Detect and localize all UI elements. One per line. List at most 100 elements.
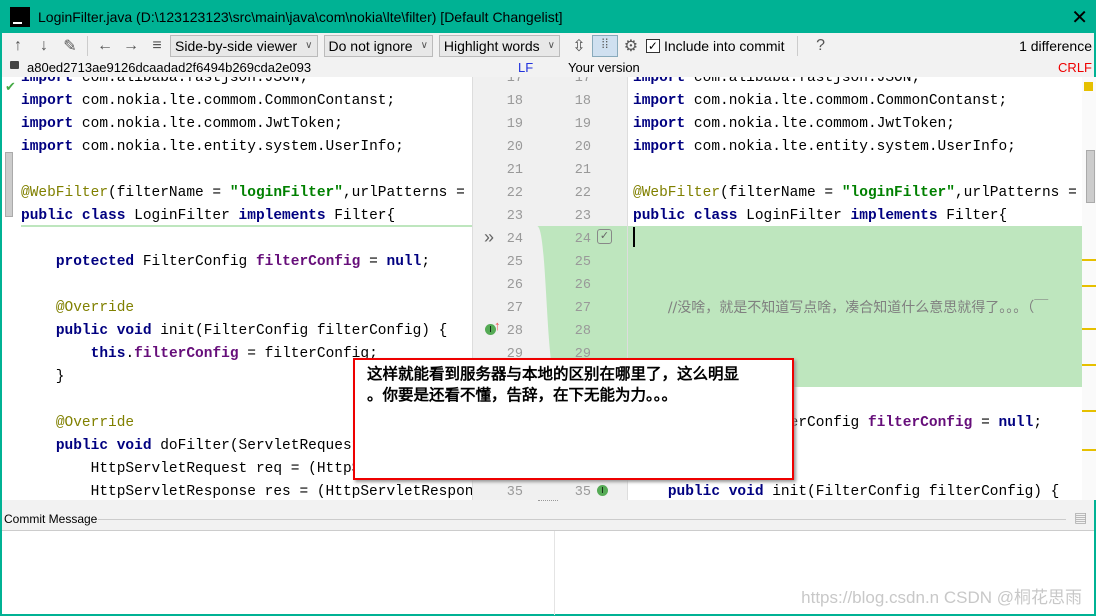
collapse-unchanged-icon[interactable]: ⇳ [566,36,592,56]
divider [796,35,798,56]
code-line: import com.nokia.lte.commom.JwtToken; [21,113,343,136]
change-marker [1082,328,1096,330]
include-into-commit-checkbox[interactable]: ✓ Include into commit [645,37,785,54]
info-bar: a80ed2713ae9126dcaadad2f6494b269cda2e093… [2,58,1096,77]
code-token: filterConfig [134,346,239,362]
code-token: ; [421,254,431,270]
highlight-dropdown[interactable]: Highlight words ∨ [438,34,560,57]
line-number: 35 [574,485,591,500]
include-label: Include into commit [663,37,785,54]
highlight-label: Highlight words [443,37,540,54]
left-line-separator[interactable]: LF [518,60,533,75]
code-token: HttpServletResponse res = (HttpServletRe… [21,484,472,500]
previous-difference-icon[interactable]: ↑ [5,37,31,55]
include-change-checkbox-icon[interactable]: ✓ [597,229,612,244]
viewer-dropdown[interactable]: Side-by-side viewer ∨ [170,34,318,57]
divider [554,531,555,615]
code-line: public void init(FilterConfig filterConf… [21,320,448,343]
left-scrollbar-thumb[interactable] [5,152,13,217]
code-line: import com.alibaba.fastjson.JSON; [21,77,308,90]
code-token: protected [55,254,135,270]
right-scrollbar-thumb[interactable] [1086,150,1095,203]
change-marker [1082,449,1096,451]
code-token: import [21,93,74,109]
settings-gear-icon[interactable]: ⚙ [618,36,644,56]
code-token: filterConfig [867,415,973,431]
code-token: "loginFilter" [229,185,343,201]
line-number: 17 [506,77,523,86]
commit-message-input[interactable]: https://blog.csdn.n CSDN @桐花思雨 [2,530,1094,615]
override-arrow-icon: ↑ [494,318,501,333]
code-token: init(FilterConfig filterConfig) { [763,484,1060,500]
implements-icon[interactable]: I [597,485,608,496]
chevron-down-icon: ∨ [547,40,555,51]
line-number: 24 [506,232,523,247]
code-token: } [21,369,65,385]
code-token: @Override [55,415,135,431]
right-scrollbar[interactable] [1082,77,1096,500]
code-line: this.filterConfig = filterConfig; [21,343,378,366]
line-number: 19 [506,117,523,132]
splitter-handle[interactable] [538,500,558,506]
line-number: 23 [574,209,591,224]
toolbar: ↑ ↓ ✎ ← → ≡ Side-by-side viewer ∨ Do not … [2,33,1096,58]
help-icon[interactable]: ? [808,37,834,55]
commit-history-icon[interactable]: ▤ [1074,509,1087,526]
code-line: @WebFilter(filterName = "loginFilter",ur… [21,182,472,205]
back-icon[interactable]: ← [92,37,118,55]
line-number: 17 [574,77,591,86]
right-line-separator[interactable]: CRLF [1058,60,1092,75]
code-token: = [972,415,999,431]
watermark: https://blog.csdn.n CSDN @桐花思雨 [801,588,1082,607]
right-title: Your version [568,60,640,75]
code-token: (filterName = [108,185,230,201]
line-number: 23 [506,209,523,224]
title-bar: LoginFilter.java (D:\123123123\src\main\… [2,0,1096,33]
code-line: import com.nokia.lte.commom.CommonContan… [633,90,1007,113]
line-number: 27 [574,301,591,316]
code-token: @WebFilter [633,185,721,201]
code-token: Filter{ [325,208,396,224]
text-cursor [633,227,635,247]
intellij-logo [10,6,30,27]
line-number: 20 [574,140,591,155]
menu-icon[interactable]: ≡ [144,37,170,55]
sync-scroll-icon[interactable]: ⁞⁞ [591,34,618,57]
next-difference-icon[interactable]: ↓ [31,37,57,55]
ignore-dropdown[interactable]: Do not ignore ∨ [323,34,433,57]
viewer-label: Side-by-side viewer [175,37,298,54]
line-number: 21 [574,163,591,178]
commit-panel: Commit Message ▤ https://blog.csdn.n CSD… [2,500,1096,616]
code-token: com.nokia.lte.commom.CommonContanst; [73,93,396,109]
code-token: com.alibaba.fastjson.JSON; [73,77,309,86]
edit-source-icon[interactable]: ✎ [57,36,83,56]
apply-change-icon[interactable]: » [484,227,494,248]
code-line: import com.alibaba.fastjson.JSON; [633,77,920,90]
code-line: HttpServletRequest req = (HttpServ [21,458,387,481]
code-token: "loginFilter" [841,185,955,201]
code-line: public void init(FilterConfig filterConf… [633,481,1060,500]
code-line: import com.nokia.lte.entity.system.UserI… [21,136,404,159]
code-token: com.nokia.lte.entity.system.UserInfo; [73,139,404,155]
line-number: 18 [574,94,591,109]
code-line: import com.nokia.lte.commom.JwtToken; [633,113,955,136]
code-token: import [633,139,686,155]
line-number: 21 [506,163,523,178]
code-token: ; [1033,415,1043,431]
code-line: @Override [21,412,134,435]
line-number: 25 [574,255,591,270]
close-icon[interactable]: ✕ [1071,5,1088,30]
line-number: 27 [506,301,523,316]
code-token: LoginFilter [737,208,851,224]
line-number: 35 [506,485,523,500]
code-line: @Override [21,297,134,320]
forward-icon[interactable]: → [118,37,144,55]
code-token: HttpServletRequest req = (HttpServ [21,461,387,477]
code-token: import [633,77,686,86]
window-title: LoginFilter.java (D:\123123123\src\main\… [38,8,563,25]
code-line: public void doFilter(ServletRequest s [21,435,378,458]
